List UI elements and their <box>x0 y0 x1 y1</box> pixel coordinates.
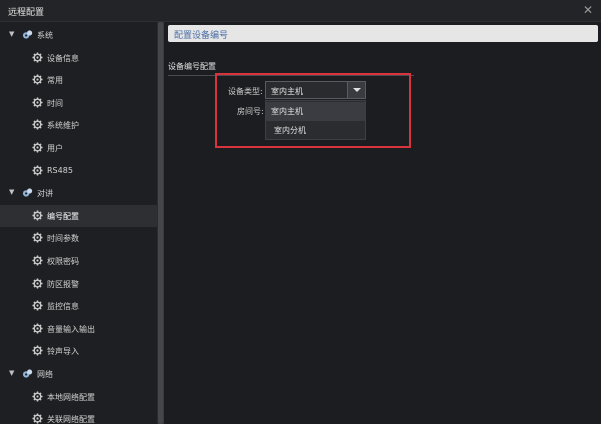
device-type-value: 室内主机 <box>271 87 303 96</box>
gear-icon <box>32 119 43 130</box>
gear-icon <box>32 391 43 402</box>
tree-item-label: 铃声导入 <box>47 347 79 357</box>
gear-icon <box>32 97 43 108</box>
tree-item-label: RS485 <box>47 165 73 175</box>
tree-group[interactable]: ▼ 系统 <box>0 24 157 46</box>
tree-group[interactable]: ▼ 网络 <box>0 363 157 385</box>
page-header: 配置设备编号 <box>168 25 598 42</box>
gear-icon <box>32 142 43 153</box>
option-label: 室内主机 <box>271 107 303 116</box>
scrollbar-thumb[interactable] <box>158 22 163 424</box>
tree-item-label: 系统 <box>37 31 53 40</box>
expand-arrow-icon[interactable]: ▼ <box>9 30 17 40</box>
tree-item[interactable]: 防区报警 <box>0 273 157 295</box>
tree-item-label: 编号配置 <box>47 211 79 221</box>
dropdown-button[interactable] <box>347 82 365 98</box>
gear-icon <box>32 52 43 63</box>
tree-item-label: 时间 <box>47 98 63 108</box>
room-number-label: 房间号: <box>237 107 264 116</box>
tree-item-label: 网络 <box>37 370 53 379</box>
gear-icon <box>32 165 43 176</box>
tree-item[interactable]: 监控信息 <box>0 295 157 317</box>
tree-item[interactable]: 系统维护 <box>0 114 157 136</box>
tree-item-label: 系统维护 <box>47 121 79 131</box>
tree-item[interactable]: 权限密码 <box>0 250 157 272</box>
gear-icon <box>32 278 43 289</box>
close-icon[interactable]: ✕ <box>583 3 593 17</box>
gear-icon <box>32 345 43 356</box>
tree-item[interactable]: 编号配置 <box>0 204 157 227</box>
section-title: 设备编号配置 <box>168 62 216 71</box>
tree-item-label: 防区报警 <box>47 279 79 289</box>
section-divider <box>168 75 414 76</box>
dropdown-option-indoor-extension[interactable]: 室内分机 <box>266 121 365 140</box>
device-type-label: 设备类型: <box>228 87 263 96</box>
gear-icon <box>32 413 43 424</box>
gear-icon <box>32 300 43 311</box>
gear-group-icon <box>22 187 33 198</box>
tree-item-label: 用户 <box>47 144 63 153</box>
tree-item[interactable]: 本地网络配置 <box>0 386 157 408</box>
expand-arrow-icon[interactable]: ▼ <box>9 369 17 379</box>
gear-icon <box>32 255 43 266</box>
tree-item[interactable]: 用户 <box>0 137 157 159</box>
tree-item-label: 常用 <box>47 76 63 86</box>
tree-item-label: 监控信息 <box>47 302 79 312</box>
tree-item-label: 关联网络配置 <box>47 415 95 424</box>
tree-item[interactable]: 时间 <box>0 92 157 114</box>
gear-icon <box>32 323 43 334</box>
gear-icon <box>32 210 43 221</box>
tree-item[interactable]: 铃声导入 <box>0 340 157 362</box>
tree-item-label: 对讲 <box>37 189 53 199</box>
device-type-dropdown: 室内主机 室内分机 <box>265 100 366 140</box>
tree-item-label: 权限密码 <box>47 257 79 266</box>
gear-group-icon <box>22 368 33 379</box>
device-type-select[interactable]: 室内主机 <box>265 81 366 99</box>
tree-group[interactable]: ▼ 对讲 <box>0 182 157 204</box>
sidebar-tree: ▼ 系统设备信息常用时间系统维护用户 RS485 ▼ 对讲编号配置时间参数权限密码防区报… <box>0 22 157 424</box>
tree-item[interactable]: 音量输入输出 <box>0 318 157 340</box>
sidebar-scrollbar[interactable] <box>157 22 164 424</box>
tree-item[interactable]: 关联网络配置 <box>0 408 157 424</box>
tree-item[interactable]: 时间参数 <box>0 227 157 249</box>
tree-item[interactable]: RS485 <box>0 160 157 182</box>
title-bar: 远程配置 ✕ <box>0 0 601 22</box>
main-panel: 配置设备编号 设备编号配置 <box>165 22 601 424</box>
expand-arrow-icon[interactable]: ▼ <box>9 188 17 198</box>
gear-group-icon <box>22 29 33 40</box>
tree-item[interactable]: 常用 <box>0 69 157 91</box>
window-title: 远程配置 <box>8 8 45 18</box>
tree-item-label: 设备信息 <box>47 53 79 63</box>
chevron-down-icon <box>353 88 361 92</box>
gear-icon <box>32 74 43 85</box>
page-title: 配置设备编号 <box>174 31 229 41</box>
tree-item[interactable]: 设备信息 <box>0 47 157 69</box>
tree-item-label: 本地网络配置 <box>47 392 95 402</box>
option-label: 室内分机 <box>274 126 306 135</box>
tree-item-label: 音量输入输出 <box>47 324 95 334</box>
dropdown-option-indoor-master[interactable]: 室内主机 <box>266 102 365 121</box>
gear-icon <box>32 232 43 243</box>
tree-item-label: 时间参数 <box>47 234 79 244</box>
